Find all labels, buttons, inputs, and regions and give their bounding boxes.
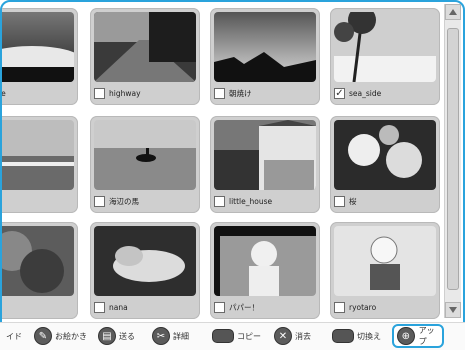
- photo-label: nana: [109, 302, 128, 312]
- switch-button[interactable]: 切換え: [332, 326, 381, 346]
- photo-thumbnail: [214, 226, 316, 296]
- photo-tile[interactable]: ryotaro: [330, 222, 440, 319]
- photo-tile[interactable]: little_house: [210, 116, 320, 213]
- photo-thumbnail: [214, 120, 316, 190]
- photo-tile[interactable]: 桜: [330, 116, 440, 213]
- checkbox[interactable]: [94, 195, 105, 207]
- photo-tile[interactable]: 朝焼け: [210, 8, 320, 105]
- photo-tile[interactable]: nd: [2, 222, 78, 319]
- switch-label: 切換え: [357, 331, 381, 341]
- recommend-label: お絵かき: [55, 331, 87, 341]
- send-button[interactable]: ▤ 送る: [98, 326, 135, 346]
- checkbox[interactable]: [214, 301, 225, 313]
- photo-label: 桜: [349, 196, 357, 206]
- send-label: 送る: [119, 331, 135, 341]
- photo-label: little_house: [229, 196, 273, 206]
- photo-thumbnail: [94, 226, 196, 296]
- photo-thumbnail: [2, 12, 74, 82]
- arrow-up-icon: [449, 9, 457, 15]
- photo-thumbnail: [214, 12, 316, 82]
- photo-tile[interactable]: highway: [90, 8, 200, 105]
- scroll-up-button[interactable]: [445, 4, 461, 20]
- photo-label: highway: [109, 88, 141, 98]
- checkbox[interactable]: [94, 87, 105, 99]
- checkbox[interactable]: [334, 301, 345, 313]
- copy-label: コピー: [237, 331, 261, 341]
- detail-button[interactable]: ✂ 詳細: [152, 326, 189, 346]
- photo-tile[interactable]: 海辺の馬: [90, 116, 200, 213]
- checkbox[interactable]: [94, 301, 105, 313]
- delete-icon: ✕: [274, 327, 292, 345]
- photo-label: 海辺の馬: [109, 196, 139, 206]
- photo-thumbnail: [2, 226, 74, 296]
- checkbox[interactable]: [334, 195, 345, 207]
- photo-tile[interactable]: nana: [90, 222, 200, 319]
- vertical-scrollbar[interactable]: [444, 4, 461, 318]
- photo-thumbnail: [334, 120, 436, 190]
- photo-grid: nane highway 朝焼け ✓ sea_side: [2, 2, 447, 322]
- detail-label: 詳細: [173, 331, 189, 341]
- photo-thumbnail: [334, 226, 436, 296]
- arrow-down-icon: [449, 307, 457, 313]
- photo-label: sea_side: [349, 88, 382, 98]
- photo-label: 朝焼け: [229, 88, 252, 98]
- photo-tile[interactable]: ✓ sea_side: [330, 8, 440, 105]
- bottom-toolbar: イド ✎ お絵かき ▤ 送る ✂ 詳細 コピー ✕ 消去 切換え ⊕ アップ: [0, 322, 465, 350]
- copy-button[interactable]: コピー: [212, 326, 261, 346]
- photo-tile[interactable]: nane: [1, 8, 78, 105]
- slide-button[interactable]: イド: [6, 326, 22, 346]
- photo-label: ryotaro: [349, 302, 377, 312]
- zoom-up-button[interactable]: ⊕ アップ: [392, 324, 444, 348]
- detail-icon: ✂: [152, 327, 170, 345]
- photo-label: パパー！: [229, 302, 259, 312]
- paint-icon: ✎: [34, 327, 52, 345]
- photo-thumbnail: [94, 12, 196, 82]
- checkbox[interactable]: [214, 195, 225, 207]
- recommend-button[interactable]: ✎ お絵かき: [34, 326, 87, 346]
- photo-thumbnail: [2, 120, 74, 190]
- switch-icon: [332, 329, 354, 343]
- photo-tile[interactable]: [2, 116, 78, 213]
- delete-button[interactable]: ✕ 消去: [274, 326, 311, 346]
- up-label: アップ: [418, 326, 435, 346]
- scroll-thumb[interactable]: [447, 28, 459, 290]
- send-icon: ▤: [98, 327, 116, 345]
- photo-thumbnail: [94, 120, 196, 190]
- slide-label: イド: [6, 331, 22, 341]
- checkbox[interactable]: [214, 87, 225, 99]
- zoom-icon: ⊕: [397, 327, 415, 345]
- scroll-down-button[interactable]: [445, 302, 461, 318]
- delete-label: 消去: [295, 331, 311, 341]
- photo-thumbnail: [334, 12, 436, 82]
- viewer-frame: nane highway 朝焼け ✓ sea_side: [0, 0, 465, 349]
- copy-icon: [212, 329, 234, 343]
- checkbox[interactable]: ✓: [334, 87, 345, 99]
- photo-label: nane: [1, 88, 6, 98]
- photo-tile[interactable]: パパー！: [210, 222, 320, 319]
